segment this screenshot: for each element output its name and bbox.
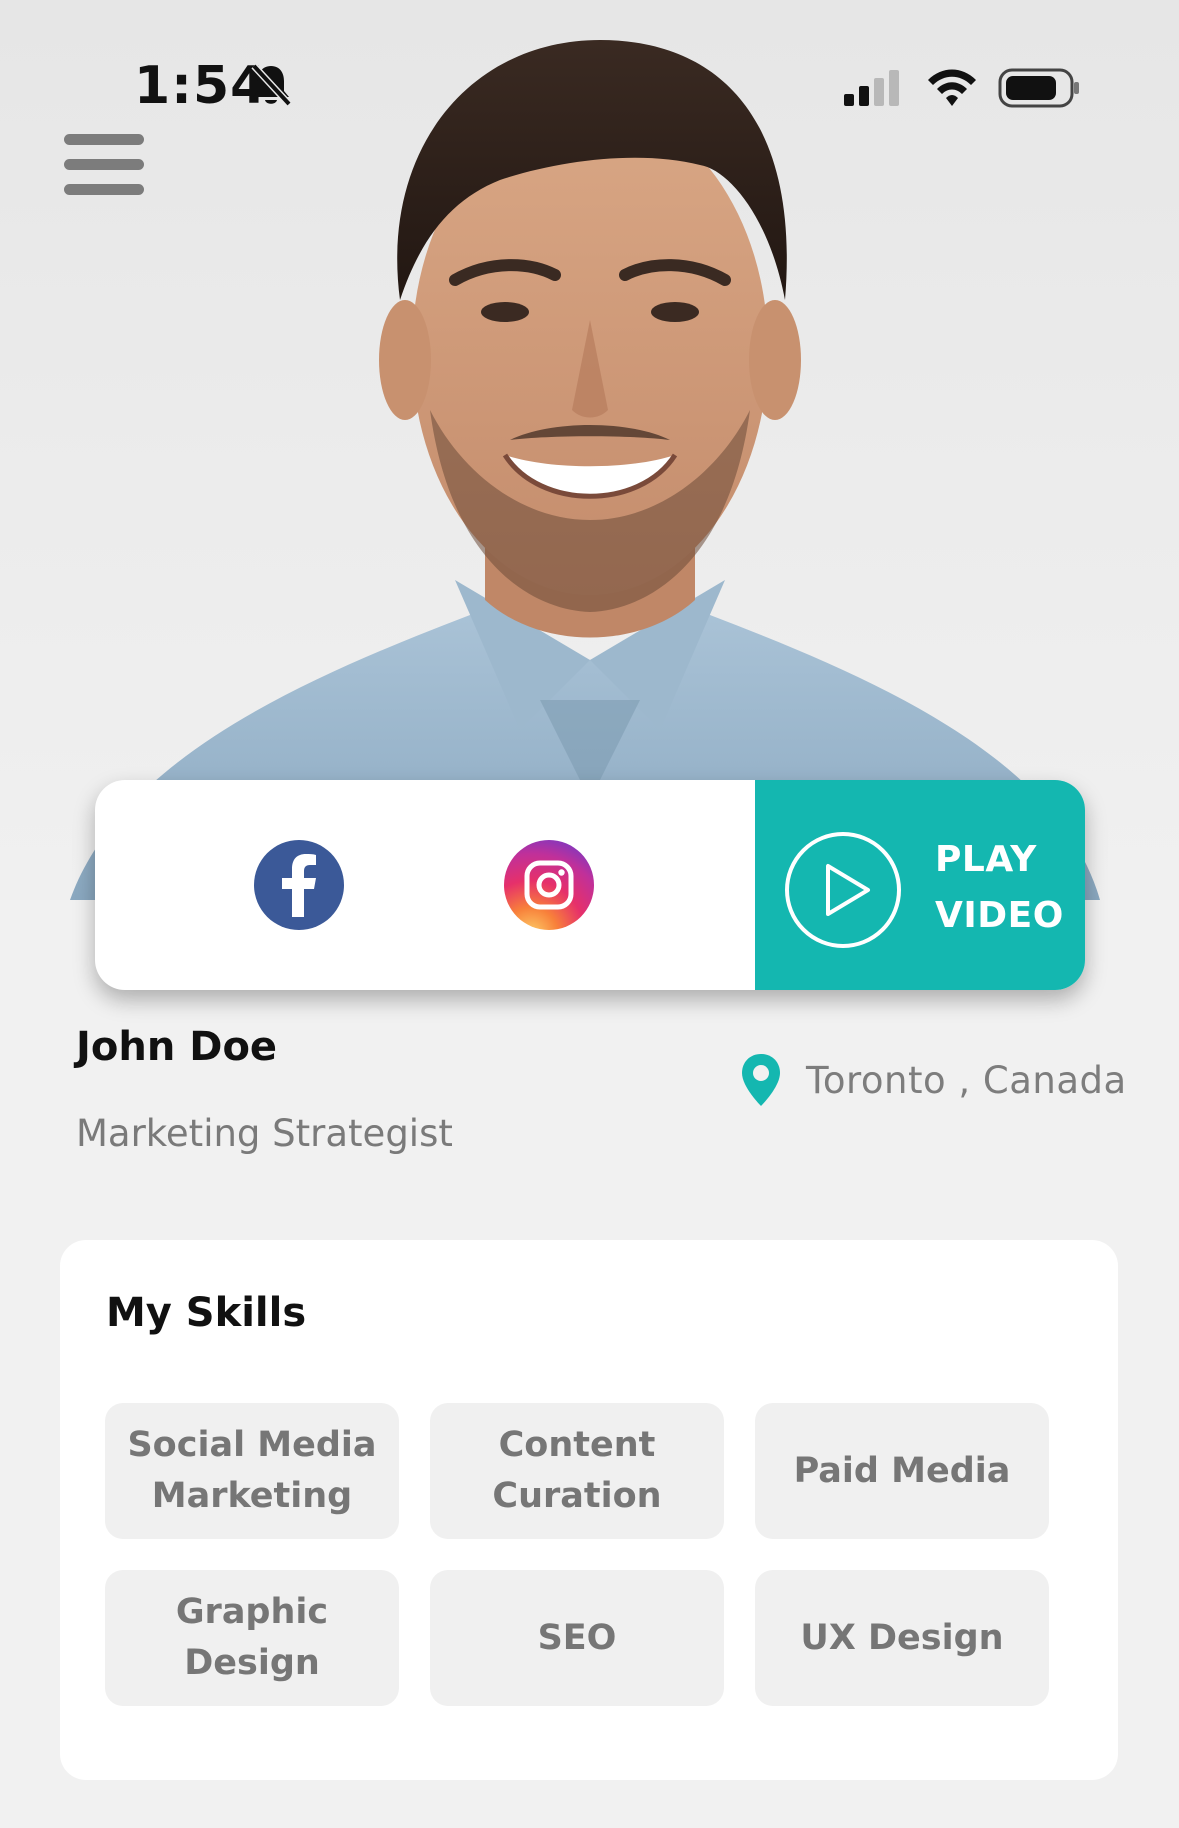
bell-slash-icon	[251, 63, 292, 107]
skills-heading: My Skills	[106, 1290, 307, 1336]
facebook-icon[interactable]	[253, 839, 345, 931]
play-label-line2: VIDEO	[935, 895, 1064, 936]
location-text: Toronto , Canada	[806, 1058, 1127, 1102]
map-pin-icon	[742, 1054, 780, 1106]
play-video-button[interactable]: PLAY VIDEO	[755, 780, 1085, 990]
skill-chip-seo[interactable]: SEO	[430, 1570, 724, 1706]
play-video-label: PLAY VIDEO	[935, 832, 1064, 944]
wifi-icon	[928, 69, 976, 106]
profile-title: Marketing Strategist	[76, 1112, 453, 1155]
instagram-icon[interactable]	[503, 839, 595, 931]
cellular-signal-icon	[844, 70, 899, 106]
play-label-line1: PLAY	[935, 839, 1037, 880]
battery-icon	[998, 68, 1079, 108]
profile-name: John Doe	[76, 1024, 278, 1070]
skill-chip-social-media-marketing[interactable]: Social Media Marketing	[105, 1403, 399, 1539]
social-action-card: PLAY VIDEO	[95, 780, 1085, 990]
profile-location: Toronto , Canada	[740, 1052, 1127, 1108]
profile-hero: 1:54	[0, 0, 1179, 900]
profile-photo	[70, 40, 1100, 900]
skill-chip-content-curation[interactable]: Content Curation	[430, 1403, 724, 1539]
play-circle-icon	[785, 832, 901, 948]
skill-chip-paid-media[interactable]: Paid Media	[755, 1403, 1049, 1539]
status-time: 1:54	[134, 56, 268, 116]
hamburger-menu-icon[interactable]	[64, 134, 146, 196]
skill-chip-graphic-design[interactable]: Graphic Design	[105, 1570, 399, 1706]
skills-card: My Skills Social Media Marketing Content…	[60, 1240, 1118, 1780]
skill-chip-ux-design[interactable]: UX Design	[755, 1570, 1049, 1706]
